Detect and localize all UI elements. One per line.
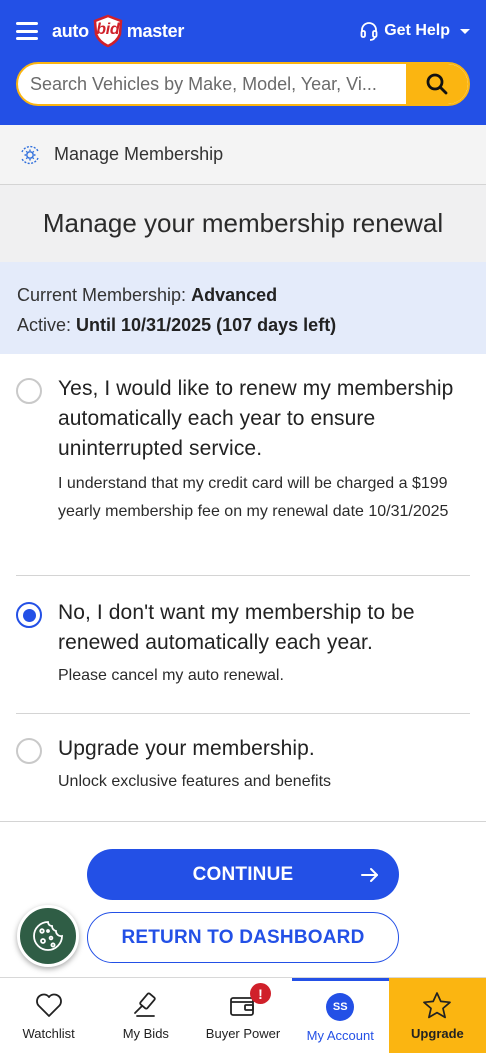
cookie-icon [33,921,63,951]
header: auto bid master Get Help [0,0,486,125]
nav-watchlist-icon-wrap [35,990,63,1020]
buyer-power-alert-badge: ! [250,983,271,1004]
current-membership-line: Current Membership: Advanced [17,280,469,310]
active-until-value: Until 10/31/2025 (107 days left) [76,315,337,335]
renewal-options: Yes, I would like to renew my membership… [0,354,486,821]
logo-text-auto: auto [52,20,89,41]
search-bar [16,62,470,106]
search-icon [426,73,448,95]
bottom-navigation: Watchlist My Bids ! Buyer Power SS My Ac… [0,977,486,1053]
gear-cycle-icon [21,145,39,164]
nav-my-bids-label: My Bids [122,1026,169,1041]
current-membership-value: Advanced [191,285,278,305]
return-to-dashboard-button[interactable]: RETURN TO DASHBOARD [87,912,399,963]
option-cancel-renewal-description: Please cancel my auto renewal. [58,667,284,684]
autobidmaster-logo[interactable]: auto bid master [52,14,184,48]
logo-text-bid: bid [96,21,120,38]
option-auto-renew-text: Yes, I would like to renew my membership… [58,374,470,575]
continue-button-label: CONTINUE [192,863,294,885]
nav-upgrade-label: Upgrade [411,1026,464,1041]
option-upgrade-title: Upgrade your membership. [58,737,315,760]
get-help-label: Get Help [384,22,450,39]
breadcrumb: Manage Membership [0,125,486,185]
nav-buyer-power[interactable]: ! Buyer Power [194,978,291,1053]
option-cancel-renewal-title: No, I don't want my membership to be ren… [58,601,415,654]
active-label: Active: [17,315,72,335]
page-title: Manage your membership renewal [0,185,486,262]
top-bar: auto bid master Get Help [16,0,470,62]
search-input[interactable] [18,73,406,95]
arrow-right-icon [361,867,378,882]
nav-my-bids[interactable]: My Bids [97,978,194,1053]
logo-shield-icon: bid [91,14,125,48]
option-cancel-renewal-text: No, I don't want my membership to be ren… [58,598,470,713]
radio-cancel-renewal[interactable] [16,602,42,628]
nav-watchlist-label: Watchlist [22,1026,75,1041]
breadcrumb-label[interactable]: Manage Membership [54,144,223,165]
active-until-line: Active: Until 10/31/2025 (107 days left) [17,310,469,340]
get-help-menu[interactable]: Get Help [360,21,470,41]
search-button[interactable] [406,64,468,104]
radio-auto-renew[interactable] [16,378,42,404]
cookie-settings-button[interactable] [17,905,79,967]
nav-buyer-power-label: Buyer Power [205,1026,281,1041]
nav-my-account-icon-wrap: SS [326,992,355,1022]
membership-status: Current Membership: Advanced Active: Unt… [0,262,486,354]
continue-button[interactable]: CONTINUE [87,849,399,900]
option-upgrade[interactable]: Upgrade your membership. Unlock exclusiv… [16,714,470,821]
option-upgrade-text: Upgrade your membership. Unlock exclusiv… [58,734,331,821]
return-to-dashboard-label: RETURN TO DASHBOARD [121,926,365,948]
nav-upgrade-icon-wrap [422,990,452,1020]
nav-buyer-power-icon-wrap: ! [229,983,271,1020]
option-auto-renew-description: I understand that my credit card will be… [58,475,449,520]
current-membership-label: Current Membership: [17,285,187,305]
heart-icon [35,993,62,1017]
hamburger-menu-icon[interactable] [16,22,38,40]
radio-upgrade[interactable] [16,738,42,764]
nav-my-account-label: My Account [306,1027,374,1043]
chevron-down-icon [460,28,470,34]
nav-watchlist[interactable]: Watchlist [0,978,97,1053]
gavel-icon [133,992,156,1017]
star-icon [423,992,452,1019]
nav-my-account[interactable]: SS My Account [291,978,389,1053]
headset-icon [360,22,378,41]
option-cancel-renewal[interactable]: No, I don't want my membership to be ren… [16,576,470,714]
logo-text-master: master [126,20,185,41]
avatar: SS [326,992,355,1021]
top-bar-left: auto bid master [16,14,184,48]
option-auto-renew-title: Yes, I would like to renew my membership… [58,377,454,460]
nav-upgrade[interactable]: Upgrade [388,978,486,1053]
option-upgrade-description: Unlock exclusive features and benefits [58,773,332,790]
option-auto-renew[interactable]: Yes, I would like to renew my membership… [16,354,470,576]
nav-my-bids-icon-wrap [132,990,160,1020]
